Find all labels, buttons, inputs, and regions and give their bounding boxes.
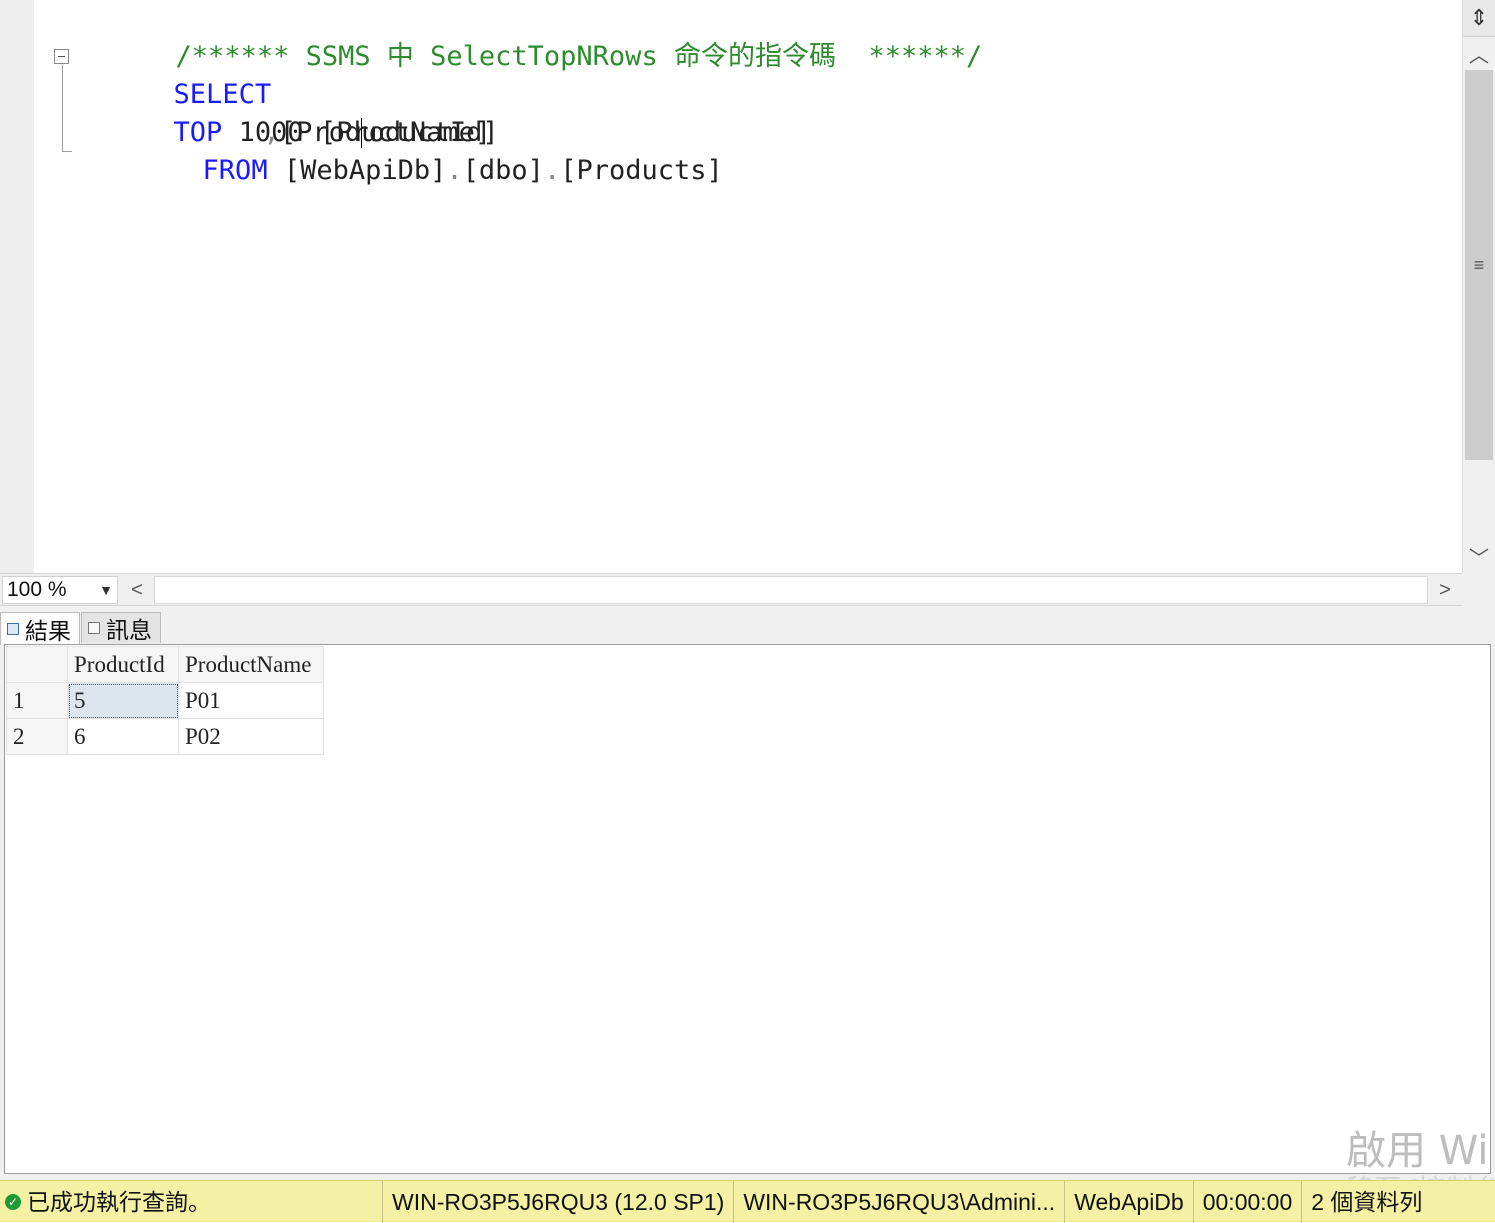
dot: . [543, 155, 561, 186]
code-line-3: ,[ProductName] [166, 76, 492, 148]
status-message: 已成功執行查詢。 [27, 1188, 211, 1215]
horizontal-scroll-track[interactable] [154, 576, 1428, 604]
status-server: WIN-RO3P5J6RQU3 (12.0 SP1) [382, 1180, 733, 1223]
scroll-thumb[interactable]: ≡ [1465, 70, 1493, 460]
results-pane: 結果 訊息 ProductId ProductName 1 5 P01 2 6 … [0, 606, 1495, 1180]
scroll-left-button[interactable]: < [122, 576, 152, 604]
chevron-left-icon: < [131, 578, 143, 601]
success-check-icon: ✓ [5, 1193, 21, 1210]
results-grid[interactable]: ProductId ProductName 1 5 P01 2 6 P02 [4, 644, 1491, 1174]
column-header[interactable]: ProductId [67, 646, 179, 683]
code-area[interactable]: /****** SSMS 中 SelectTopNRows 命令的指令碼 ***… [0, 0, 1462, 573]
table-row: 1 5 P01 [6, 682, 324, 719]
text-caret [361, 118, 362, 148]
editor-bottom-bar: 100 % ▼ < > [0, 573, 1462, 606]
scrollbar-corner [1462, 573, 1495, 606]
row-number[interactable]: 1 [6, 682, 68, 719]
status-elapsed: 00:00:00 [1192, 1180, 1302, 1223]
status-database: WebApiDb [1064, 1180, 1193, 1223]
column-header[interactable]: ProductName [178, 646, 324, 683]
cell-productid[interactable]: 5 [67, 682, 179, 719]
results-table: ProductId ProductName 1 5 P01 2 6 P02 [6, 646, 324, 755]
table-name: [Products] [560, 155, 723, 186]
grip-icon: ≡ [1473, 255, 1485, 275]
dropdown-arrow-icon: ▼ [99, 582, 113, 598]
code-line-1: /****** SSMS 中 SelectTopNRows 命令的指令碼 ***… [78, 0, 983, 72]
db-name: [WebApiDb] [267, 155, 447, 186]
tab-results[interactable]: 結果 [0, 612, 80, 645]
tab-messages-label: 訊息 [106, 617, 152, 643]
results-tabs: 結果 訊息 [0, 612, 161, 645]
table-row: 2 6 P02 [6, 718, 324, 755]
chevron-down-icon: ﹀ [1469, 547, 1489, 570]
zoom-value: 100 % [7, 578, 67, 601]
tab-messages[interactable]: 訊息 [81, 612, 161, 643]
scroll-right-button[interactable]: > [1430, 576, 1460, 604]
row-header-corner[interactable] [6, 646, 68, 683]
cell-productid[interactable]: 6 [67, 718, 179, 755]
status-rowcount: 2 個資料列 [1301, 1180, 1431, 1223]
code-line-2: SELECT TOP 1000 [ProductId] [76, 38, 499, 148]
code-line-4: FROM [WebApiDb].[dbo].[Products] [105, 114, 723, 186]
chevron-right-icon: > [1439, 578, 1451, 601]
chevron-up-icon: ︿ [1469, 44, 1489, 67]
message-icon [88, 622, 100, 634]
query-editor[interactable]: /****** SSMS 中 SelectTopNRows 命令的指令碼 ***… [0, 0, 1462, 573]
cell-productname[interactable]: P01 [178, 682, 324, 719]
cell-productname[interactable]: P02 [178, 718, 324, 755]
keyword-from: FROM [202, 155, 268, 186]
scroll-up-button[interactable]: ︿ [1463, 37, 1495, 69]
split-icon: ⇕ [1469, 5, 1489, 30]
schema-name: [dbo] [462, 155, 544, 186]
header-row: ProductId ProductName [6, 646, 324, 683]
status-bar: ✓ 已成功執行查詢。 WIN-RO3P5J6RQU3 (12.0 SP1) WI… [0, 1180, 1495, 1223]
vertical-scrollbar[interactable]: ⇕ ︿ ≡ ﹀ [1462, 0, 1495, 573]
status-user: WIN-RO3P5J6RQU3\Admini... [733, 1180, 1064, 1223]
tab-results-label: 結果 [25, 618, 71, 644]
split-editor-button[interactable]: ⇕ [1463, 0, 1495, 37]
dot: . [446, 155, 463, 186]
row-number[interactable]: 2 [6, 718, 68, 755]
grid-icon [7, 623, 19, 635]
scroll-down-button[interactable]: ﹀ [1463, 540, 1495, 572]
zoom-select[interactable]: 100 % ▼ [2, 576, 118, 604]
